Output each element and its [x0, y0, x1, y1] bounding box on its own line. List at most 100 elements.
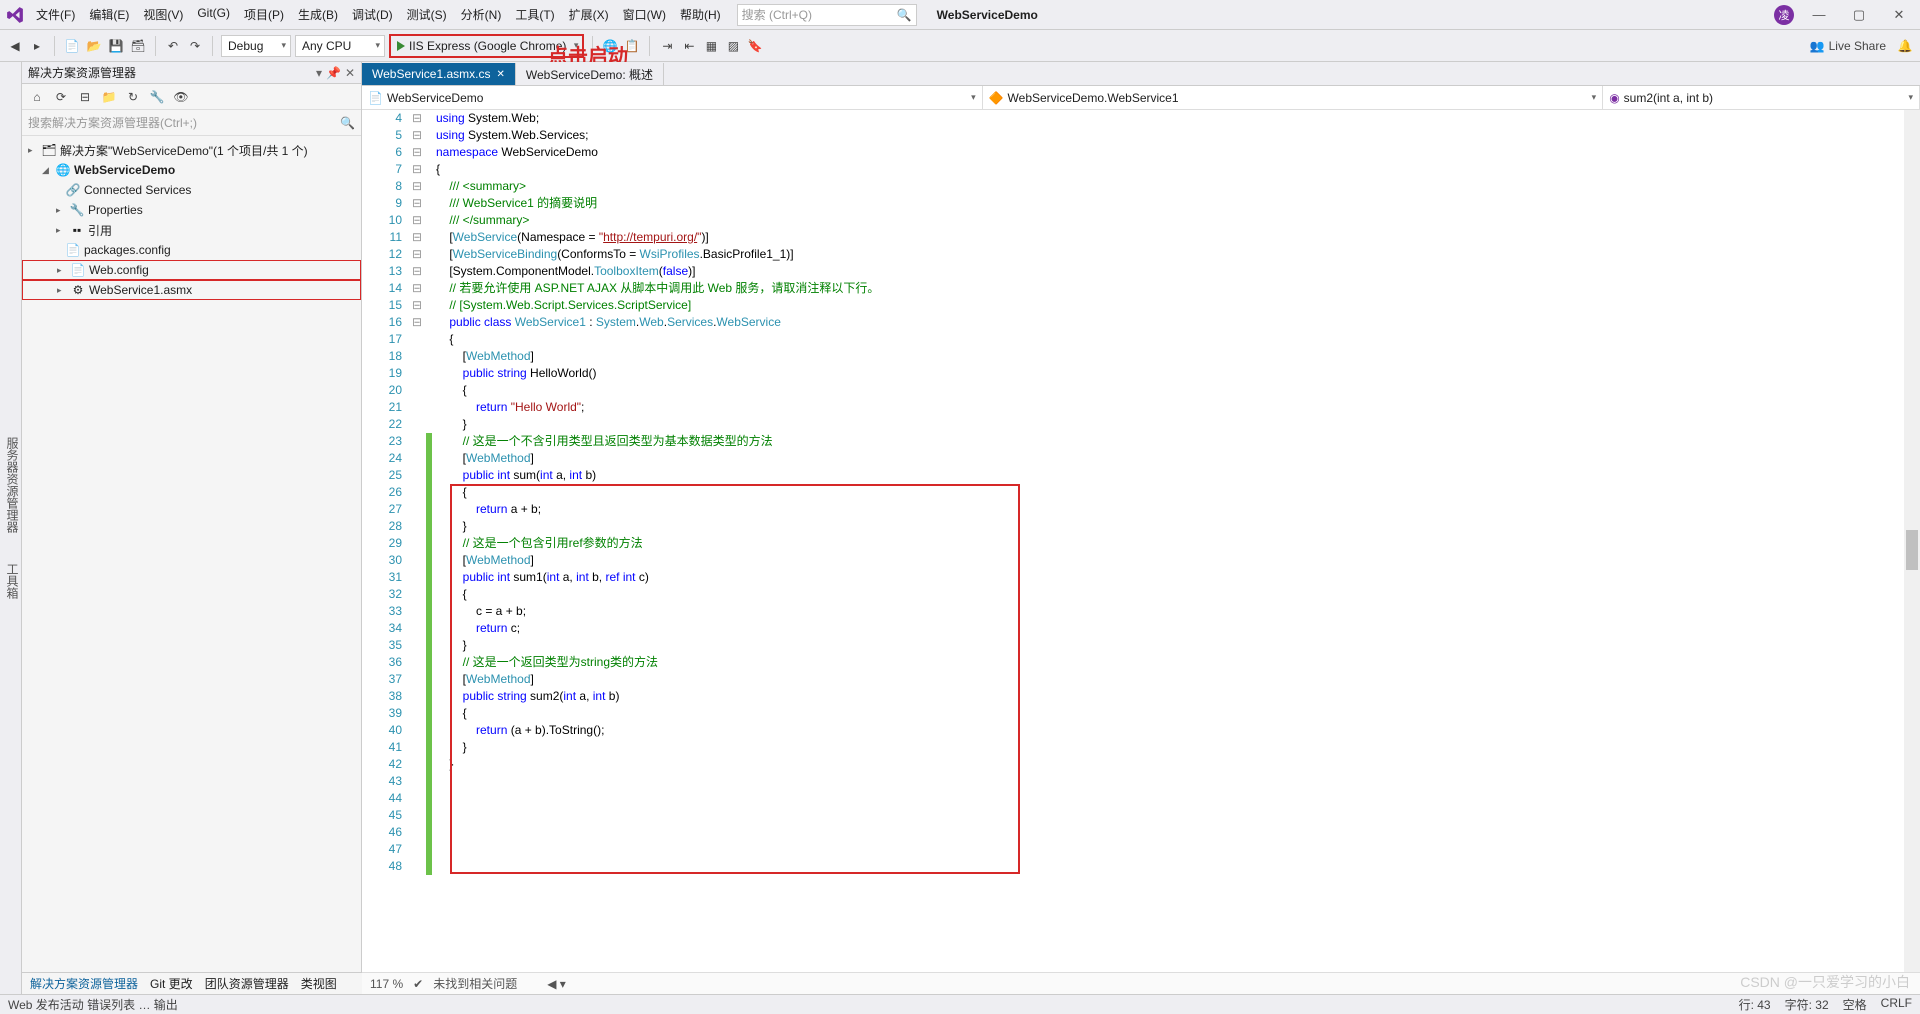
search-box[interactable]: 搜索 (Ctrl+Q) 🔍	[737, 4, 917, 26]
watermark: CSDN @一只爱学习的小白	[1740, 972, 1910, 992]
maximize-button[interactable]: ▢	[1844, 7, 1874, 23]
preview-icon[interactable]: 👁	[172, 88, 190, 106]
menu-item[interactable]: 视图(V)	[137, 2, 189, 27]
liveshare-button[interactable]: 👥 Live Share	[1810, 39, 1886, 53]
tree-item-selected[interactable]: ▸⚙WebService1.asmx	[22, 280, 361, 300]
editor-statusbar: 117 % ✔ 未找到相关问题 ◀ ▾	[362, 972, 1920, 994]
project-icon: 🌐	[56, 163, 70, 177]
save-icon[interactable]: 💾	[107, 37, 125, 55]
uncomment-icon[interactable]: ▨	[724, 37, 742, 55]
sync-icon[interactable]: ⟳	[52, 88, 70, 106]
editor-tabs: WebService1.asmx.cs✕ WebServiceDemo: 概述	[362, 62, 1920, 86]
menu-item[interactable]: 工具(T)	[509, 2, 560, 27]
tree-item[interactable]: ▸📄Web.config	[22, 260, 361, 280]
home-icon[interactable]: ⌂	[28, 88, 46, 106]
menu-item[interactable]: 分析(N)	[455, 2, 508, 27]
close-button[interactable]: ✕	[1884, 7, 1914, 23]
menu-item[interactable]: 窗口(W)	[617, 2, 672, 27]
config2-icon: 📄	[71, 263, 85, 277]
nav-icons[interactable]: ◀ ▾	[547, 977, 566, 991]
tool-tab[interactable]: 服务器资源管理器	[4, 437, 21, 533]
bottom-tab[interactable]: 解决方案资源管理器	[30, 975, 138, 992]
panel-header: 解决方案资源管理器 ▾📌✕	[22, 62, 361, 84]
bottom-tab[interactable]: Git 更改	[150, 975, 193, 992]
menu-item[interactable]: 调试(D)	[346, 2, 399, 27]
undo-icon[interactable]: ↶	[164, 37, 182, 55]
collapse-icon[interactable]: ⊟	[76, 88, 94, 106]
showall-icon[interactable]: 📁	[100, 88, 118, 106]
tree-item[interactable]: 📄packages.config	[22, 240, 361, 260]
code-area[interactable]: 4567891011121314151617181920212223242526…	[362, 110, 1920, 972]
tool-tab[interactable]: 工具箱	[4, 563, 21, 599]
open-icon[interactable]: 📂	[85, 37, 103, 55]
platform-dropdown[interactable]: Any CPU	[295, 35, 385, 57]
menu-item[interactable]: Git(G)	[191, 2, 236, 27]
close-tab-icon[interactable]: ✕	[496, 69, 504, 80]
tree-item[interactable]: ▸▪▪引用	[22, 220, 361, 240]
panel-search[interactable]: 搜索解决方案资源管理器(Ctrl+;) 🔍	[22, 110, 361, 136]
step-icon[interactable]: ⇥	[658, 37, 676, 55]
code-text[interactable]: using System.Web;using System.Web.Servic…	[432, 110, 1920, 972]
status-line: 行: 43	[1739, 996, 1771, 1013]
indent-icon[interactable]: ⇤	[680, 37, 698, 55]
pin2-icon[interactable]: 📌	[326, 66, 341, 80]
nav-bar: 📄WebServiceDemo 🔶WebServiceDemo.WebServi…	[362, 86, 1920, 110]
avatar[interactable]: 凌	[1774, 5, 1794, 25]
nav-class[interactable]: 🔶WebServiceDemo.WebService1	[983, 86, 1604, 109]
scroll-thumb[interactable]	[1906, 530, 1918, 570]
project-label: WebServiceDemo	[74, 163, 175, 177]
notifications-icon[interactable]: 🔔	[1896, 37, 1914, 55]
run-label: IIS Express (Google Chrome)	[409, 39, 566, 53]
nav-fwd-icon[interactable]: ▸	[28, 37, 46, 55]
tab-inactive[interactable]: WebServiceDemo: 概述	[516, 63, 664, 85]
zoom-level[interactable]: 117 %	[370, 977, 403, 991]
tree-item[interactable]: 🔗Connected Services	[22, 180, 361, 200]
issues-label: 未找到相关问题	[433, 975, 517, 992]
nav-member[interactable]: ◉sum2(int a, int b)	[1603, 86, 1920, 109]
menu-item[interactable]: 文件(F)	[30, 2, 81, 27]
pin-icon[interactable]: ▾	[316, 66, 322, 80]
menu-item[interactable]: 项目(P)	[238, 2, 290, 27]
new-project-icon[interactable]: 📄	[63, 37, 81, 55]
minimize-button[interactable]: —	[1804, 7, 1834, 22]
menu-item[interactable]: 测试(S)	[401, 2, 453, 27]
tree-item[interactable]: ▸🔧Properties	[22, 200, 361, 220]
menu-item[interactable]: 帮助(H)	[674, 2, 727, 27]
browser-icon[interactable]: 🌐	[601, 37, 619, 55]
solution-explorer: 解决方案资源管理器 ▾ 📌 ✕ ⌂ ⟳ ⊟ 📁 ↻ 🔧 👁 搜索解决方案资源管理器(…	[22, 62, 362, 994]
menu-item[interactable]: 生成(B)	[292, 2, 344, 27]
tool-icon-1[interactable]: 📋	[623, 37, 641, 55]
nav-back-icon[interactable]: ◀	[6, 37, 24, 55]
menu-item[interactable]: 扩展(X)	[563, 2, 615, 27]
config-dropdown[interactable]: Debug	[221, 35, 291, 57]
menu-item[interactable]: 编辑(E)	[83, 2, 135, 27]
status-left[interactable]: Web 发布活动 错误列表 … 输出	[8, 996, 178, 1013]
scrollbar[interactable]	[1904, 110, 1920, 972]
props-icon[interactable]: 🔧	[148, 88, 166, 106]
liveshare-label: Live Share	[1829, 39, 1886, 53]
refresh-icon[interactable]: ↻	[124, 88, 142, 106]
status-crlf[interactable]: CRLF	[1881, 996, 1912, 1013]
main-toolbar: ◀ ▸ 📄 📂 💾 🗃 ↶ ↷ Debug Any CPU IIS Expres…	[0, 30, 1920, 62]
bottom-tab[interactable]: 团队资源管理器	[205, 975, 289, 992]
search-placeholder: 搜索 (Ctrl+Q)	[742, 6, 812, 23]
tab-active[interactable]: WebService1.asmx.cs✕	[362, 63, 516, 85]
bookmark-icon[interactable]: 🔖	[746, 37, 764, 55]
run-button[interactable]: IIS Express (Google Chrome)	[389, 34, 584, 58]
sidebar-bottom-tabs: 解决方案资源管理器 Git 更改团队资源管理器类视图	[22, 972, 362, 994]
issue-icon[interactable]: ✔	[413, 977, 423, 991]
redo-icon[interactable]: ↷	[186, 37, 204, 55]
solution-node[interactable]: ▸🗂解决方案"WebServiceDemo"(1 个项目/共 1 个)	[22, 140, 361, 160]
save-all-icon[interactable]: 🗃	[129, 37, 147, 55]
nav-label: sum2(int a, int b)	[1624, 91, 1713, 105]
status-spaces[interactable]: 空格	[1843, 996, 1867, 1013]
fold-gutter[interactable]: ⊟⊟⊟⊟⊟⊟⊟⊟⊟⊟⊟⊟⊟	[412, 110, 426, 972]
project-node[interactable]: ◢🌐WebServiceDemo	[22, 160, 361, 180]
bottom-tab[interactable]: 类视图	[301, 975, 337, 992]
comment-icon[interactable]: ▦	[702, 37, 720, 55]
main-menu: 文件(F)编辑(E)视图(V)Git(G)项目(P)生成(B)调试(D)测试(S…	[30, 2, 727, 27]
nav-scope[interactable]: 📄WebServiceDemo	[362, 86, 983, 109]
close-panel-icon[interactable]: ✕	[345, 66, 355, 80]
item-label: WebService1.asmx	[89, 283, 192, 297]
editor-pane: WebService1.asmx.cs✕ WebServiceDemo: 概述 …	[362, 62, 1920, 994]
